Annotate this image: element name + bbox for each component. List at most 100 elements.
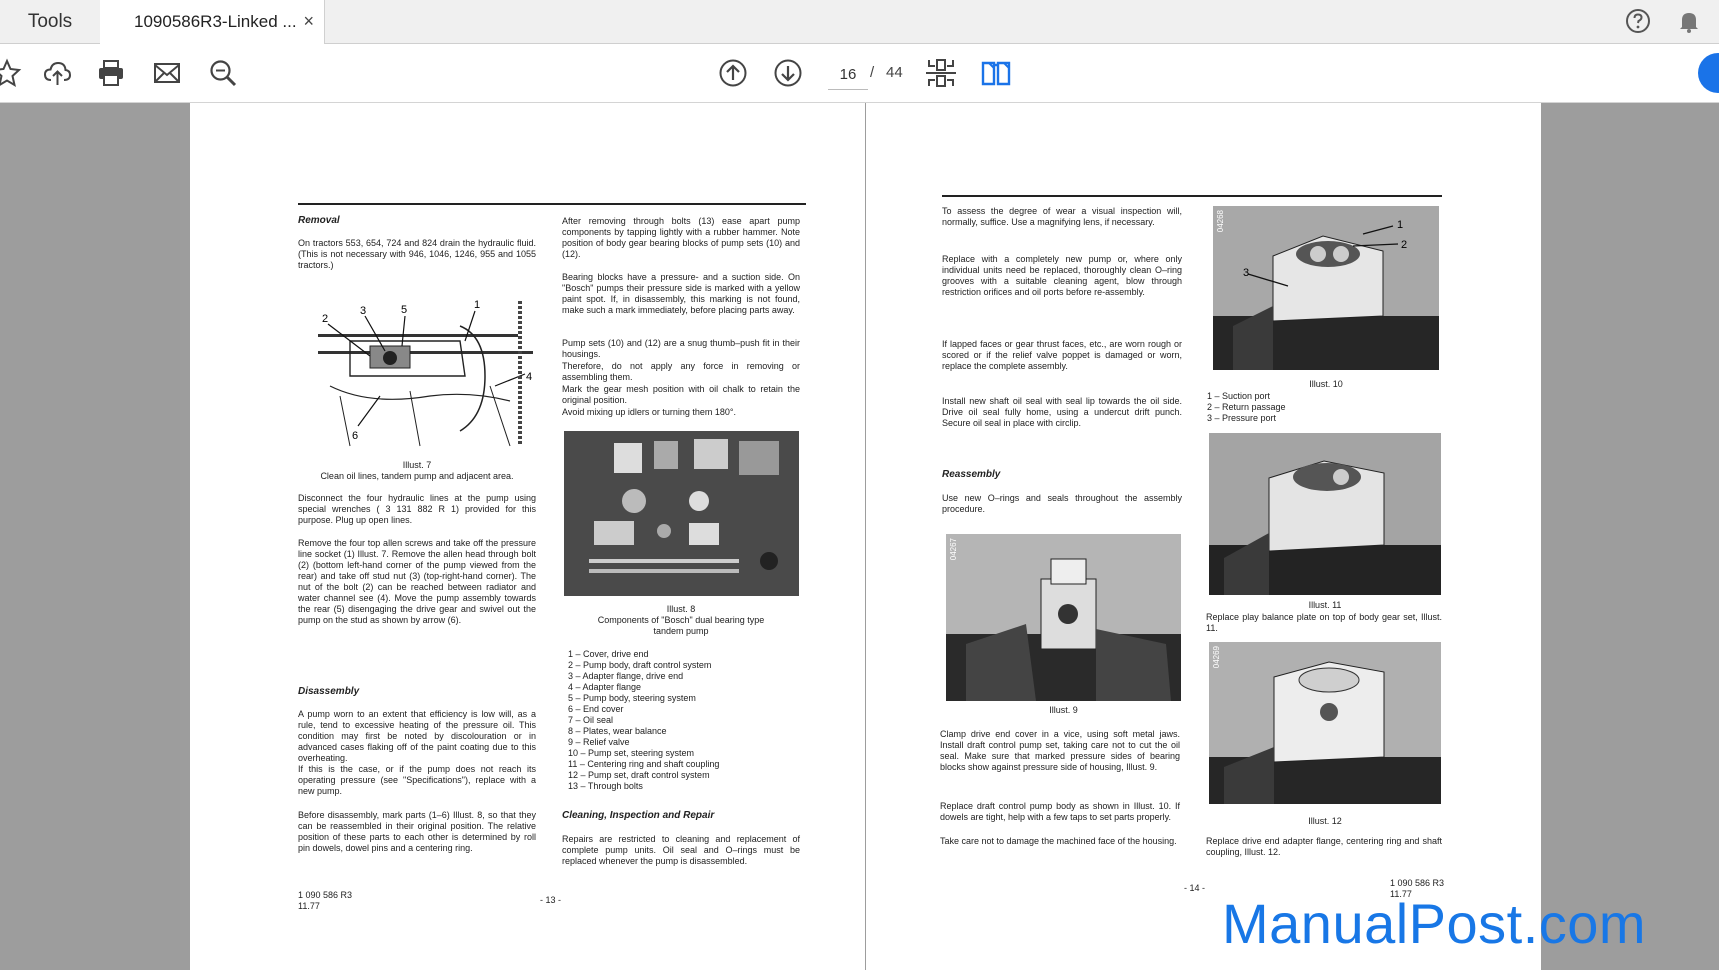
svg-text:5: 5 <box>401 304 407 316</box>
mail-icon[interactable] <box>150 56 184 90</box>
removal-text: On tractors 553, 654, 724 and 824 drain … <box>298 238 536 270</box>
photo-code: 04269 <box>1212 646 1221 669</box>
bearing-blocks-paragraph: Bearing blocks have a pressure- and a su… <box>562 272 800 315</box>
illust-11-photo <box>1209 433 1441 595</box>
list-item: 4 – Adapter flange <box>568 682 642 692</box>
svg-text:6: 6 <box>352 430 358 442</box>
replace-draft-paragraph: Replace draft control pump body as shown… <box>940 801 1180 822</box>
svg-text:3: 3 <box>360 305 366 317</box>
assess-paragraph: To assess the degree of wear a visual in… <box>942 206 1182 227</box>
illust-7-title: Illust. 7 <box>402 460 432 470</box>
list-item: 13 – Through bolts <box>568 781 643 791</box>
ports-list: 1 – Suction port 2 – Return passage 3 – … <box>1207 391 1437 424</box>
illust-12-title: Illust. 12 <box>1308 816 1342 826</box>
svg-text:2: 2 <box>1401 239 1407 251</box>
star-icon[interactable] <box>0 56 24 90</box>
illust-8-title: Illust. 8 <box>666 604 696 614</box>
illust-10-photo: 3 1 2 04268 <box>1213 206 1439 370</box>
parts-list: 1 – Cover, drive end 2 – Pump body, draf… <box>568 649 798 792</box>
top-rule <box>942 195 1442 197</box>
list-item: 3 – Pressure port <box>1207 413 1277 423</box>
illust-10-title: Illust. 10 <box>1309 379 1343 389</box>
page-number-input[interactable] <box>828 59 868 90</box>
svg-text:1: 1 <box>474 299 480 311</box>
remove-paragraph: Remove the four top allen screws and tak… <box>298 538 536 625</box>
illust-7-caption: Clean oil lines, tandem pump and adjacen… <box>320 471 514 481</box>
drive-end-paragraph: Replace drive end adapter flange, center… <box>1206 836 1442 857</box>
print-icon[interactable] <box>94 56 128 90</box>
pdf-page-13: Removal On tractors 553, 654, 724 and 82… <box>190 103 865 970</box>
illust-8-photo <box>564 431 799 596</box>
mark-gear-paragraph: Mark the gear mesh position with oil cha… <box>562 384 800 405</box>
list-item: 1 – Suction port <box>1207 391 1271 401</box>
fit-page-icon[interactable] <box>924 56 958 90</box>
top-rule <box>298 203 806 205</box>
clamp-paragraph: Clamp drive end cover in a vice, using s… <box>940 729 1180 772</box>
page-down-icon[interactable] <box>771 56 805 90</box>
footer-code: 1 090 586 R3 <box>1390 878 1445 888</box>
list-item: 12 – Pump set, draft control system <box>568 770 710 780</box>
list-item: 7 – Oil seal <box>568 715 614 725</box>
worn-paragraph: A pump worn to an extent that efficiency… <box>298 709 536 763</box>
list-item: 2 – Pump body, draft control system <box>568 660 712 670</box>
list-item: 11 – Centering ring and shaft coupling <box>568 759 720 769</box>
pump-sets-paragraph: Pump sets (10) and (12) are a snug thumb… <box>562 338 800 359</box>
after-removing-paragraph: After removing through bolts (13) ease a… <box>562 216 800 259</box>
list-item: 2 – Return passage <box>1207 402 1286 412</box>
repairs-paragraph: Repairs are restricted to cleaning and r… <box>562 834 800 866</box>
document-viewer[interactable]: Removal On tractors 553, 654, 724 and 82… <box>0 103 1719 970</box>
page-up-icon[interactable] <box>716 56 750 90</box>
illust-11-title: Illust. 11 <box>1308 600 1342 610</box>
if-case-paragraph: If this is the case, or if the pump does… <box>298 764 536 796</box>
svg-text:3: 3 <box>1243 267 1249 279</box>
tab-bar: Tools 1090586R3-Linked ... × <box>0 0 1719 44</box>
tab-document[interactable]: 1090586R3-Linked ... × <box>100 0 325 44</box>
disassembly-heading: Disassembly <box>298 686 360 697</box>
play-balance-paragraph: Replace play balance plate on top of bod… <box>1206 612 1442 633</box>
help-icon[interactable] <box>1625 8 1651 34</box>
illust-9-title: Illust. 9 <box>1049 705 1078 715</box>
list-item: 1 – Cover, drive end <box>568 649 649 659</box>
svg-text:2: 2 <box>322 313 328 325</box>
pdf-page-14: To assess the degree of wear a visual in… <box>866 103 1541 970</box>
disconnect-paragraph: Disconnect the four hydraulic lines at t… <box>298 493 536 525</box>
list-item: 8 – Plates, wear balance <box>568 726 667 736</box>
notification-bell-icon[interactable] <box>1676 8 1702 34</box>
tab-tools[interactable]: Tools <box>0 0 101 43</box>
lapped-paragraph: If lapped faces or gear thrust faces, et… <box>942 339 1182 371</box>
footer-date: 11.77 <box>298 901 320 911</box>
illust-12-photo: 04269 <box>1209 642 1441 804</box>
illust-7-drawing: 2 3 5 1 4 6 <box>310 296 540 451</box>
toolbar: / 44 <box>0 44 1719 103</box>
page-total: 44 <box>886 64 903 81</box>
zoom-search-icon[interactable] <box>206 56 240 90</box>
list-item: 10 – Pump set, steering system <box>568 748 695 758</box>
page-number: - 14 - <box>1184 883 1206 893</box>
avoid-paragraph: Avoid mixing up idlers or turning them 1… <box>562 407 737 417</box>
list-item: 3 – Adapter flange, drive end <box>568 671 684 681</box>
cloud-upload-icon[interactable] <box>40 56 74 90</box>
svg-text:4: 4 <box>526 371 532 383</box>
take-care-paragraph: Take care not to damage the machined fac… <box>940 836 1177 846</box>
list-item: 5 – Pump body, steering system <box>568 693 696 703</box>
two-page-view-icon[interactable] <box>979 56 1013 90</box>
before-disassembly-paragraph: Before disassembly, mark parts (1–6) Ill… <box>298 810 536 853</box>
photo-code: 04268 <box>1216 210 1225 233</box>
replace-paragraph: Replace with a completely new pump or, w… <box>942 254 1182 297</box>
footer-code: 1 090 586 R3 <box>298 890 353 900</box>
page-number: - 13 - <box>540 895 562 905</box>
reassembly-heading: Reassembly <box>942 469 1001 480</box>
list-item: 9 – Relief valve <box>568 737 630 747</box>
svg-text:1: 1 <box>1397 219 1403 231</box>
watermark: ManualPost.com <box>1222 892 1647 955</box>
removal-heading: Removal <box>298 215 340 226</box>
page-separator: / <box>870 64 875 81</box>
close-tab-icon[interactable]: × <box>303 11 314 32</box>
tab-document-label: 1090586R3-Linked ... <box>134 12 297 31</box>
install-seal-paragraph: Install new shaft oil seal with seal lip… <box>942 396 1182 428</box>
illust-8-caption: Components of "Bosch" dual bearing type … <box>597 615 765 636</box>
therefore-paragraph: Therefore, do not apply any force in rem… <box>562 361 800 382</box>
cleaning-heading: Cleaning, Inspection and Repair <box>562 810 715 821</box>
illust-9-photo: 04267 <box>946 534 1181 701</box>
list-item: 6 – End cover <box>568 704 624 714</box>
